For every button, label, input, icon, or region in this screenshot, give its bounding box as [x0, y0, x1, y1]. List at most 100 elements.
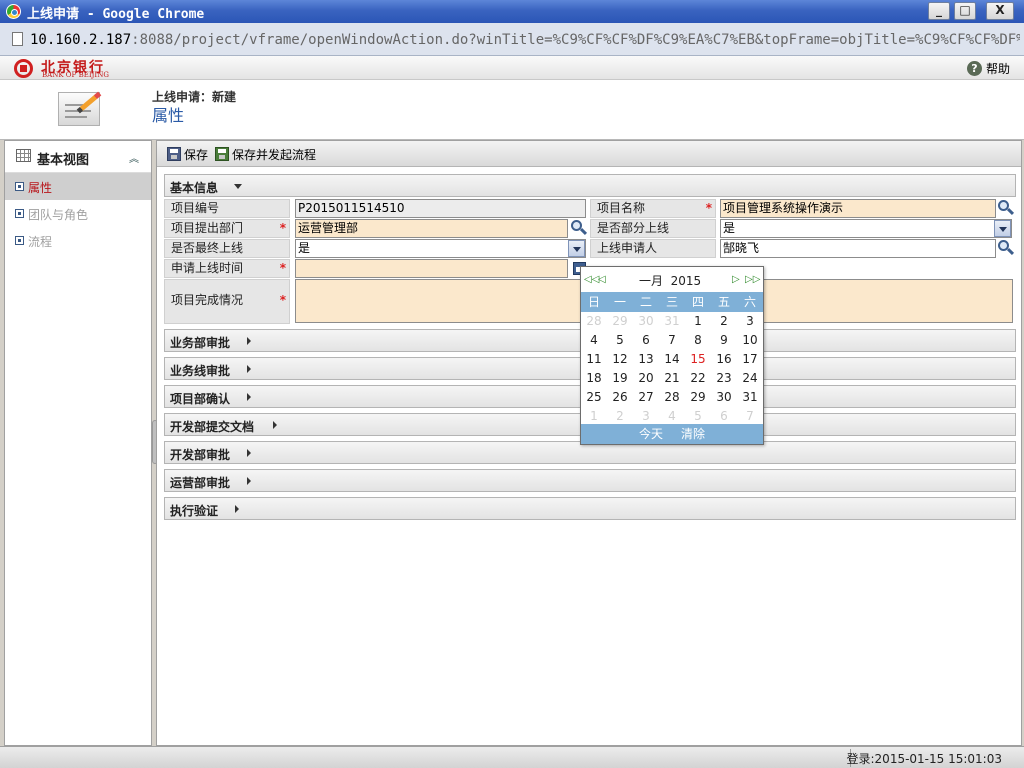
expand-right-icon: [247, 337, 251, 345]
chevron-down-icon[interactable]: [568, 240, 585, 257]
calendar-day[interactable]: 16: [711, 350, 737, 369]
next-month-icon[interactable]: ▷: [732, 274, 740, 285]
sidebar-item-team-roles[interactable]: 团队与角色: [5, 200, 151, 227]
url-path: :8088/project/vframe/openWindowAction.do…: [131, 32, 1020, 48]
page-icon: [12, 32, 23, 46]
calendar-day[interactable]: 15: [685, 350, 711, 369]
calendar-day[interactable]: 24: [737, 369, 763, 388]
section-execution-verify[interactable]: 执行验证: [164, 497, 1016, 520]
calendar-day[interactable]: 13: [633, 350, 659, 369]
calendar-day[interactable]: 30: [633, 312, 659, 331]
project-no-field[interactable]: P2015011514510: [295, 199, 586, 218]
sidebar-item-properties[interactable]: 属性: [5, 173, 151, 200]
calendar-month-year: 一月 2015: [639, 272, 701, 289]
save-icon: [167, 147, 181, 161]
login-time: 登录:2015-01-15 15:01:03: [846, 752, 1003, 766]
calendar-header: ◁◁ ◁ 一月 2015 ▷ ▷▷: [581, 267, 763, 292]
save-flow-icon: [215, 147, 229, 161]
calendar-day[interactable]: 23: [711, 369, 737, 388]
close-button[interactable]: X: [986, 2, 1014, 20]
calendar-day[interactable]: 29: [685, 388, 711, 407]
section-title: 业务线审批: [170, 364, 231, 378]
calendar-day[interactable]: 9: [711, 331, 737, 350]
calendar-day[interactable]: 25: [581, 388, 607, 407]
chevron-down-icon[interactable]: [994, 220, 1011, 237]
final-select[interactable]: 是: [295, 239, 586, 258]
calendar-day[interactable]: 3: [737, 312, 763, 331]
calendar-day[interactable]: 22: [685, 369, 711, 388]
sidebar-item-workflow[interactable]: 流程: [5, 227, 151, 254]
minimize-button[interactable]: _: [928, 2, 950, 20]
calendar-day[interactable]: 11: [581, 350, 607, 369]
partial-select[interactable]: 是: [720, 219, 1012, 238]
label-project-no: 项目编号: [164, 199, 290, 218]
page-header: 上线申请：新建 属性: [0, 80, 1024, 140]
expand-right-icon: [273, 421, 277, 429]
section-ops-approval[interactable]: 运营部审批: [164, 469, 1016, 492]
bullet-icon: [15, 182, 24, 191]
calendar-day[interactable]: 27: [633, 388, 659, 407]
prev-month-icon[interactable]: ◁: [598, 274, 606, 285]
section-title: 运营部审批: [170, 476, 231, 490]
apply-time-field[interactable]: [295, 259, 568, 278]
calendar-day[interactable]: 1: [685, 312, 711, 331]
weekday-label: 六: [743, 295, 756, 309]
calendar-day[interactable]: 28: [581, 312, 607, 331]
calendar-day[interactable]: 2: [711, 312, 737, 331]
calendar-day[interactable]: 7: [659, 331, 685, 350]
calendar-day[interactable]: 28: [659, 388, 685, 407]
calendar-day[interactable]: 20: [633, 369, 659, 388]
calendar-day[interactable]: 4: [581, 331, 607, 350]
next-year-icon[interactable]: ▷▷: [745, 274, 760, 285]
save-and-start-flow-button[interactable]: 保存并发起流程: [215, 145, 316, 163]
weekday-label: 日: [587, 295, 600, 309]
section-title: 开发部审批: [170, 448, 231, 462]
clear-button[interactable]: 清除: [681, 424, 705, 444]
calendar-days: 28 29 30 31 1 2 3 4 5 6 7 8 9 10 11 12 13 14 15 16 17 18 19 20 2…: [581, 312, 763, 426]
calendar-day[interactable]: 6: [633, 331, 659, 350]
calendar-day[interactable]: 17: [737, 350, 763, 369]
calendar-day[interactable]: 18: [581, 369, 607, 388]
help-link[interactable]: ? 帮助: [966, 60, 1010, 77]
calendar-day[interactable]: 14: [659, 350, 685, 369]
bank-logo-icon: [14, 59, 33, 78]
collapse-icon[interactable]: ︽: [129, 150, 139, 165]
help-icon: ?: [966, 61, 982, 76]
weekday-label: 五: [717, 295, 730, 309]
maximize-button[interactable]: □: [954, 2, 976, 20]
project-name-field[interactable]: 项目管理系统操作演示: [720, 199, 996, 218]
section-basic-info[interactable]: 基本信息: [164, 174, 1016, 197]
label-dept: 项目提出部门 *: [164, 219, 290, 238]
calendar-day[interactable]: 19: [607, 369, 633, 388]
applicant-field[interactable]: 郜晓飞: [720, 239, 996, 258]
calendar-day[interactable]: 26: [607, 388, 633, 407]
weekday-label: 四: [691, 295, 704, 309]
search-icon[interactable]: [998, 200, 1015, 216]
expand-right-icon: [247, 449, 251, 457]
save-button[interactable]: 保存: [167, 145, 208, 163]
calendar-day[interactable]: 29: [607, 312, 633, 331]
edit-document-icon: [58, 88, 102, 128]
label-applicant: 上线申请人: [590, 239, 716, 258]
sidebar: 基本视图 ︽ 属性 团队与角色 流程: [4, 140, 152, 746]
logo-text-en: BANK OF BEIJING: [42, 71, 109, 79]
calendar-day[interactable]: 8: [685, 331, 711, 350]
search-icon[interactable]: [571, 220, 588, 236]
calendar-day[interactable]: 30: [711, 388, 737, 407]
calendar-day[interactable]: 12: [607, 350, 633, 369]
calendar-day[interactable]: 5: [607, 331, 633, 350]
window-titlebar: 上线申请 - Google Chrome _ □ X: [0, 0, 1024, 23]
calendar-day[interactable]: 31: [737, 388, 763, 407]
calendar-day[interactable]: 31: [659, 312, 685, 331]
calendar-day[interactable]: 21: [659, 369, 685, 388]
today-button[interactable]: 今天: [639, 424, 663, 444]
app-header: 北京银行 BANK OF BEIJING ? 帮助: [0, 56, 1024, 80]
dept-field[interactable]: 运营管理部: [295, 219, 568, 238]
sidebar-item-label: 属性: [28, 181, 53, 195]
calendar-day[interactable]: 10: [737, 331, 763, 350]
url-field[interactable]: 10.160.2.187:8088/project/vframe/openWin…: [30, 30, 1020, 50]
search-icon[interactable]: [998, 240, 1015, 256]
section-title: 业务部审批: [170, 336, 231, 350]
section-title: 执行验证: [170, 504, 219, 518]
bullet-icon: [15, 236, 24, 245]
